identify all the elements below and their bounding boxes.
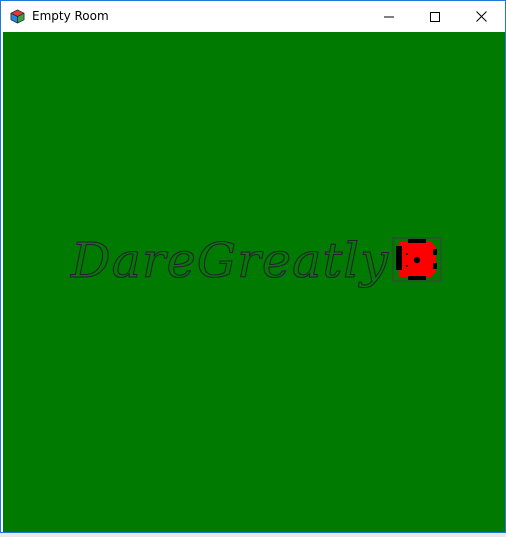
minimize-icon [384, 16, 394, 17]
room-scene: DareGreatly [3, 32, 505, 532]
app-window: Empty Room DareGreatly [0, 0, 506, 533]
dare-greatly-text: DareGreatly [70, 233, 389, 289]
minimize-button[interactable] [366, 1, 412, 32]
title-bar[interactable]: Empty Room [1, 1, 505, 32]
robot-center-sensor [413, 256, 421, 264]
robot-top-track [408, 239, 426, 243]
desktop-strip [0, 533, 506, 537]
robot-rivet [406, 265, 408, 267]
close-icon [475, 11, 487, 22]
robot-front-bumper-top [433, 249, 437, 255]
close-button[interactable] [458, 1, 504, 32]
maximize-icon [430, 11, 440, 22]
robot-bottom-track [408, 276, 426, 280]
room-canvas[interactable]: DareGreatly [3, 32, 505, 532]
robot-left-wheel [396, 246, 402, 270]
robot-front-bumper-bottom [433, 263, 437, 269]
app-cube-icon [10, 9, 25, 24]
robot-rivet [406, 253, 408, 255]
window-title: Empty Room [32, 9, 109, 23]
maximize-button[interactable] [412, 1, 458, 32]
